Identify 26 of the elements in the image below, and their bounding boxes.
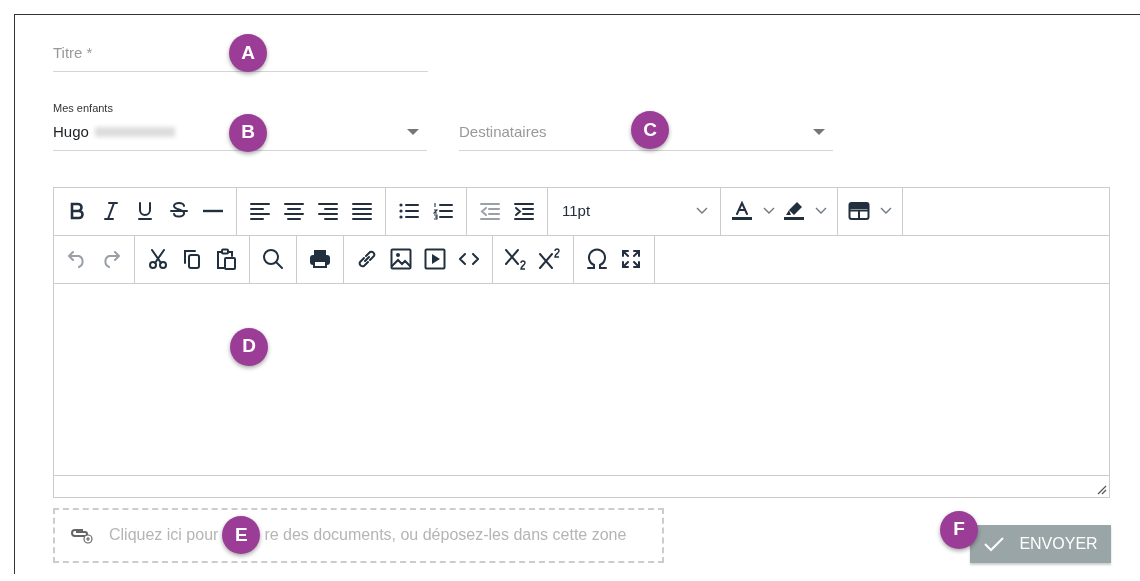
highlighter-icon	[783, 201, 805, 221]
text-editor-area[interactable]: D	[54, 283, 1109, 475]
annotation-marker: A	[229, 34, 267, 72]
resize-handle-icon[interactable]	[1097, 484, 1107, 495]
select-placeholder: Destinataires	[459, 122, 547, 142]
dropdown-caret-icon	[813, 129, 825, 136]
text-color-icon	[731, 201, 753, 221]
font-size-select[interactable]: 11pt	[554, 194, 714, 228]
chevron-icon	[696, 207, 708, 215]
dropdown-caret-icon	[407, 129, 419, 136]
annotation-marker: F	[940, 510, 978, 549]
field-label: Mes enfants	[53, 100, 114, 116]
annotation-marker: E	[222, 516, 261, 554]
dropzone-text: re des documents, ou déposez-les dans cette zone	[264, 525, 627, 545]
dropzone-text: Cliquez ici pour	[109, 525, 219, 545]
file-dropzone[interactable]: Cliquez ici pour E re des documents, ou déposez-les dans cette zone	[53, 507, 664, 563]
table-icon	[848, 201, 870, 221]
chevron-icon	[763, 207, 775, 215]
chevron-icon	[815, 207, 827, 215]
chevron-icon	[880, 207, 892, 215]
paperclip-icon	[69, 526, 95, 544]
annotation-marker: C	[631, 111, 669, 149]
select-value: Hugo	[53, 122, 89, 142]
annotation-marker: B	[229, 113, 267, 152]
annotation-marker: D	[230, 327, 268, 366]
check-icon	[983, 535, 1006, 552]
